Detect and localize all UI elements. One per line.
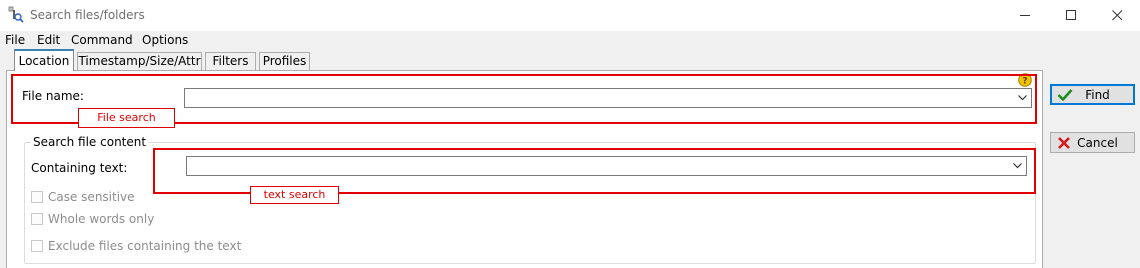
minimize-icon	[1020, 15, 1030, 16]
close-button[interactable]	[1094, 0, 1140, 31]
whole-words-checkbox[interactable]	[31, 213, 43, 225]
search-file-content-title: Search file content	[31, 135, 149, 149]
tab-location[interactable]: Location	[14, 49, 74, 71]
tab-timestamp-size-attr[interactable]: Timestamp/Size/Attr	[77, 52, 202, 70]
containing-text-label: Containing text:	[31, 161, 128, 175]
menu-file[interactable]: File	[5, 33, 25, 47]
whole-words-label: Whole words only	[48, 212, 155, 226]
exclude-files-checkbox[interactable]	[31, 240, 43, 252]
find-button[interactable]: Find	[1050, 84, 1135, 105]
window-title: Search files/folders	[30, 8, 145, 22]
case-sensitive-label: Case sensitive	[48, 190, 135, 204]
tab-profiles[interactable]: Profiles	[259, 52, 310, 70]
menu-command[interactable]: Command	[71, 33, 133, 47]
minimize-button[interactable]	[1002, 0, 1048, 31]
title-bar: Search files/folders	[0, 0, 1140, 31]
menu-edit[interactable]: Edit	[37, 33, 60, 47]
exclude-files-label: Exclude files containing the text	[48, 239, 242, 253]
case-sensitive-checkbox[interactable]	[31, 191, 43, 203]
app-icon	[8, 6, 24, 23]
maximize-icon	[1066, 10, 1076, 20]
close-icon	[1112, 10, 1123, 21]
cancel-button-label: Cancel	[1077, 136, 1118, 150]
tab-filters[interactable]: Filters	[205, 52, 256, 70]
find-button-label: Find	[1085, 88, 1110, 102]
file-search-callout: File search	[78, 108, 175, 128]
maximize-button[interactable]	[1048, 0, 1094, 31]
menu-bar: File Edit Command Options	[0, 31, 1140, 49]
text-search-callout: text search	[250, 186, 339, 204]
menu-options[interactable]: Options	[142, 33, 188, 47]
cancel-button[interactable]: Cancel	[1050, 132, 1135, 153]
